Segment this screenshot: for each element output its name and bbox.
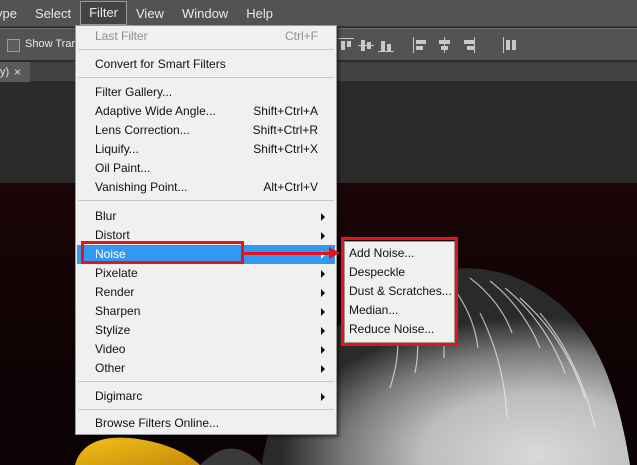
menu-item-label: Convert for Smart Filters [95, 57, 226, 71]
menu-separator [78, 200, 334, 201]
menu-item-label: Lens Correction... [95, 123, 190, 137]
distribute-icon[interactable] [502, 37, 518, 53]
menu-item-video[interactable]: Video [77, 340, 335, 359]
menu-separator [78, 49, 334, 50]
menu-item-label: Blur [95, 209, 117, 223]
align-top-edges-icon[interactable] [338, 37, 354, 53]
menu-item-label: Render [95, 285, 135, 299]
menu-item-render[interactable]: Render [77, 283, 335, 302]
menu-item-label: Stylize [95, 323, 131, 337]
menu-item-label: Digimarc [95, 389, 143, 403]
menu-separator [78, 77, 334, 78]
menu-item-label: Oil Paint... [95, 161, 151, 175]
close-icon[interactable]: × [14, 62, 21, 82]
align-left-edges-icon[interactable] [412, 37, 428, 53]
menu-item-label: Browse Filters Online... [95, 416, 220, 430]
menu-item-vanishing-point[interactable]: Vanishing Point... Alt+Ctrl+V [77, 178, 335, 197]
submenu-arrow-icon [321, 270, 325, 278]
annotation-arrow-line [244, 252, 330, 255]
menu-item-filter-gallery[interactable]: Filter Gallery... [77, 83, 335, 102]
document-tab[interactable]: y) × [0, 62, 30, 82]
menu-item-label: Pixelate [95, 266, 138, 280]
align-bottom-edges-icon[interactable] [378, 37, 394, 53]
menu-item-shortcut: Shift+Ctrl+X [253, 142, 318, 156]
menu-item-label: Video [95, 342, 126, 356]
menu-item-blur[interactable]: Blur [77, 207, 335, 226]
menu-item-browse-filters-online[interactable]: Browse Filters Online... [77, 414, 335, 433]
menu-select[interactable]: Select [26, 0, 80, 27]
menu-item-label: Vanishing Point... [95, 180, 188, 194]
menu-item-stylize[interactable]: Stylize [77, 321, 335, 340]
align-horizontal-centers-icon[interactable] [436, 37, 452, 53]
menu-window[interactable]: Window [173, 0, 237, 27]
menu-view[interactable]: View [127, 0, 173, 27]
menu-item-shortcut: Ctrl+F [285, 29, 318, 43]
menu-item-adaptive-wide-angle[interactable]: Adaptive Wide Angle... Shift+Ctrl+A [77, 102, 335, 121]
menu-item-convert-smart-filters[interactable]: Convert for Smart Filters [77, 55, 335, 74]
submenu-arrow-icon [321, 327, 325, 335]
show-transform-checkbox[interactable] [7, 39, 20, 52]
menu-item-oil-paint[interactable]: Oil Paint... [77, 159, 335, 178]
align-vertical-centers-icon[interactable] [358, 37, 374, 53]
menu-item-digimarc[interactable]: Digimarc [77, 387, 335, 406]
document-tab-label: y) [0, 66, 10, 78]
menu-item-last-filter: Last Filter Ctrl+F [77, 27, 335, 46]
menu-item-label: Last Filter [95, 29, 148, 43]
menu-help[interactable]: Help [237, 0, 282, 27]
annotation-highlight-noise [81, 241, 244, 264]
menu-item-label: Other [95, 361, 126, 375]
menu-item-label: Filter Gallery... [95, 85, 173, 99]
annotation-arrow-icon [329, 247, 340, 259]
menu-item-liquify[interactable]: Liquify... Shift+Ctrl+X [77, 140, 335, 159]
menu-item-shortcut: Shift+Ctrl+A [253, 104, 318, 118]
submenu-arrow-icon [321, 308, 325, 316]
menu-item-label: Sharpen [95, 304, 141, 318]
menu-item-sharpen[interactable]: Sharpen [77, 302, 335, 321]
menu-item-label: Liquify... [95, 142, 139, 156]
menu-item-pixelate[interactable]: Pixelate [77, 264, 335, 283]
menu-item-shortcut: Shift+Ctrl+R [252, 123, 318, 137]
menu-filter[interactable]: Filter [80, 1, 127, 25]
menu-separator [78, 409, 334, 410]
menu-item-lens-correction[interactable]: Lens Correction... Shift+Ctrl+R [77, 121, 335, 140]
submenu-arrow-icon [321, 213, 325, 221]
menu-item-other[interactable]: Other [77, 359, 335, 378]
filter-menu: Last Filter Ctrl+F Convert for Smart Fil… [75, 25, 337, 435]
submenu-arrow-icon [321, 289, 325, 297]
menu-item-shortcut: Alt+Ctrl+V [263, 180, 318, 194]
submenu-arrow-icon [321, 232, 325, 240]
menu-item-label: Adaptive Wide Angle... [95, 104, 216, 118]
align-right-edges-icon[interactable] [460, 37, 476, 53]
submenu-arrow-icon [321, 365, 325, 373]
menu-bar: ype Select Filter View Window Help [0, 0, 637, 27]
submenu-arrow-icon [321, 393, 325, 401]
menu-separator [78, 381, 334, 382]
menu-type[interactable]: ype [0, 0, 26, 27]
submenu-arrow-icon [321, 346, 325, 354]
annotation-highlight-submenu [341, 237, 458, 346]
